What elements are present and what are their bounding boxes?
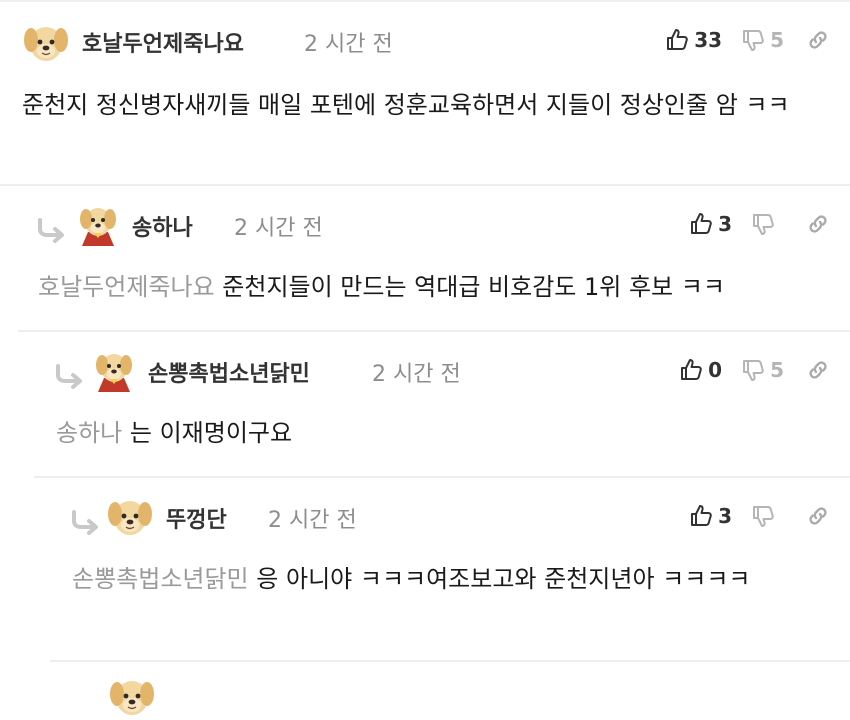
reply-1: 송하나 2 시간 전 3 호날두언제죽나요 준천지들이 만드는 역대급 비호감도… <box>0 186 850 330</box>
link-icon[interactable] <box>806 504 830 528</box>
puppy-red-avatar-icon[interactable] <box>74 200 122 248</box>
like-button[interactable]: 33 <box>666 28 722 52</box>
comment-text: 손뽕촉법소년닭민 응 아니야 ㅋㅋㅋ여조보고와 준천지년아 ㅋㅋㅋㅋ <box>72 558 822 600</box>
puppy-red-avatar-icon[interactable] <box>90 346 138 394</box>
like-count: 3 <box>718 212 732 236</box>
comment-author[interactable]: 송하나 <box>132 210 193 242</box>
like-count: 0 <box>708 358 723 382</box>
comment-actions: 3 <box>682 496 830 536</box>
comment-time: 2 시간 전 <box>304 32 393 57</box>
thumbs-down-icon <box>742 28 766 52</box>
link-icon[interactable] <box>806 358 830 382</box>
comment-1: 호날두언제죽나요 2 시간 전 33 5 준천지 정신병자새끼들 매일 포텐에 … <box>0 0 850 184</box>
thumbs-down-icon <box>752 504 776 528</box>
mention-link[interactable]: 송하나 <box>56 419 122 447</box>
comment-body: 는 이재명이구요 <box>129 419 293 447</box>
comment-body: 준천지 정신병자새끼들 매일 포텐에 정훈교육하면서 지들이 정상인줄 암 ㅋㅋ <box>22 91 790 119</box>
thumbs-up-icon <box>690 212 714 236</box>
reply-arrow-icon <box>54 364 84 390</box>
dislike-count: 5 <box>770 28 784 52</box>
like-button[interactable]: 3 <box>690 504 732 528</box>
comment-author[interactable]: 손뽕촉법소년닭민 <box>148 356 310 388</box>
comment-text: 호날두언제죽나요 준천지들이 만드는 역대급 비호감도 1위 후보 ㅋㅋ <box>38 266 828 308</box>
thumbs-down-icon <box>752 212 776 236</box>
mention-link[interactable]: 손뽕촉법소년닭민 <box>72 565 249 593</box>
comment-body: 준천지들이 만드는 역대급 비호감도 1위 후보 ㅋㅋ <box>222 273 725 301</box>
comment-time: 2 시간 전 <box>268 508 357 533</box>
thumbs-down-icon <box>742 358 766 382</box>
dislike-button[interactable] <box>752 504 776 528</box>
reply-3: 뚜껑단 2 시간 전 3 손뽕촉법소년닭민 응 아니야 ㅋㅋㅋ여조보고와 준천지… <box>0 478 850 660</box>
like-button[interactable]: 3 <box>690 212 732 236</box>
thumbs-up-icon <box>690 504 714 528</box>
reply-2: 손뽕촉법소년닭민 2 시간 전 0 5 송하나 는 이재명이구요 <box>0 332 850 476</box>
comment-actions: 33 5 <box>658 20 830 60</box>
like-button[interactable]: 0 <box>680 358 722 382</box>
thumbs-up-icon <box>680 358 704 382</box>
like-count: 3 <box>718 504 732 528</box>
link-icon[interactable] <box>806 212 830 236</box>
comment-body: 응 아니야 ㅋㅋㅋ여조보고와 준천지년아 ㅋㅋㅋㅋ <box>256 565 751 593</box>
comment-text: 준천지 정신병자새끼들 매일 포텐에 정훈교육하면서 지들이 정상인줄 암 ㅋㅋ <box>22 84 822 126</box>
comment-author[interactable]: 뚜껑단 <box>166 502 227 534</box>
puppy-avatar-icon[interactable] <box>22 18 70 66</box>
reply-arrow-icon <box>70 510 100 536</box>
puppy-avatar-icon[interactable] <box>106 492 154 540</box>
link-icon[interactable] <box>806 28 830 52</box>
comment-actions: 3 <box>682 204 830 244</box>
thumbs-up-icon <box>666 28 690 52</box>
dislike-button[interactable]: 5 <box>742 358 784 382</box>
comment-time: 2 시간 전 <box>372 362 461 387</box>
reply-arrow-icon <box>36 218 66 244</box>
comment-time: 2 시간 전 <box>234 216 323 241</box>
divider <box>50 660 850 662</box>
comment-author[interactable]: 호날두언제죽나요 <box>82 26 244 58</box>
dislike-button[interactable]: 5 <box>742 28 784 52</box>
mention-link[interactable]: 호날두언제죽나요 <box>38 273 215 301</box>
dislike-button[interactable] <box>752 212 776 236</box>
puppy-avatar-icon <box>108 672 156 720</box>
comment-actions: 0 5 <box>672 350 830 390</box>
dislike-count: 5 <box>770 358 784 382</box>
comment-text: 송하나 는 이재명이구요 <box>56 412 826 454</box>
like-count: 33 <box>694 28 723 52</box>
